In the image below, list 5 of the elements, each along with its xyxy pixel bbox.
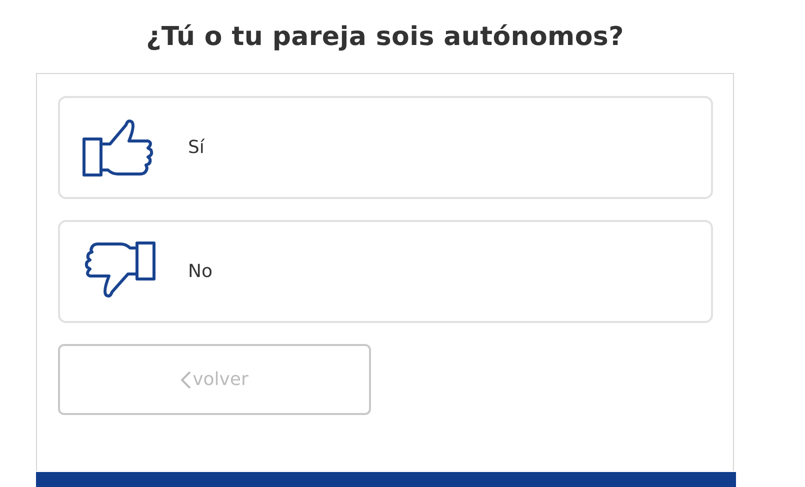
answer-option[interactable]: Sí: [58, 96, 713, 199]
chevron-left-icon: [180, 370, 191, 388]
answer-option[interactable]: No: [58, 220, 713, 323]
question-title: ¿Tú o tu pareja sois autónomos?: [145, 21, 625, 54]
thumbs-up-icon: [82, 116, 156, 178]
